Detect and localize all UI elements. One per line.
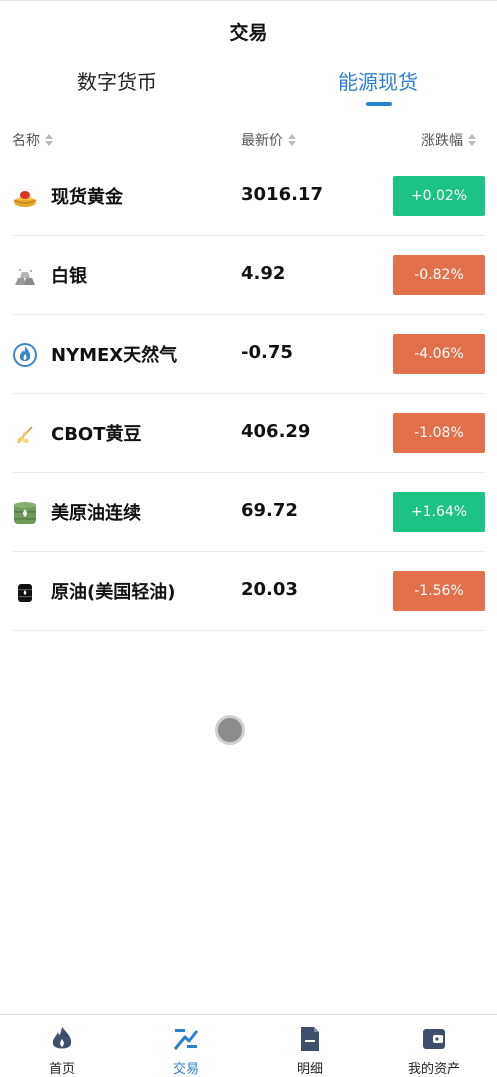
oil-barrel-green-icon — [14, 502, 36, 524]
asset-price: 3016.17 — [241, 184, 323, 205]
gold-ingot-icon — [13, 191, 37, 207]
asset-name: 白银 — [51, 266, 87, 287]
nav-trade[interactable]: 交易 — [124, 1015, 248, 1077]
column-name-label: 名称 — [12, 133, 40, 149]
column-header: 名称 最新价 涨跌幅 — [0, 130, 497, 154]
page-header: 交易 — [0, 0, 497, 62]
asset-price: 20.03 — [241, 579, 298, 600]
tab-digital-currency[interactable]: 数字货币 — [77, 66, 157, 95]
active-tab-indicator — [366, 102, 392, 106]
change-badge: +0.02% — [393, 176, 485, 216]
list-item[interactable]: 现货黄金 3016.17 +0.02% — [12, 157, 485, 236]
sort-arrows-icon — [468, 134, 476, 146]
list-item[interactable]: NYMEX天然气 -0.75 -4.06% — [12, 315, 485, 394]
nav-label: 首页 — [48, 1062, 75, 1077]
list-item[interactable]: 原油(美国轻油) 20.03 -1.56% — [12, 552, 485, 631]
list-item[interactable]: CBOT黄豆 406.29 -1.08% — [12, 394, 485, 473]
change-badge: -1.08% — [393, 413, 485, 453]
asset-price: 69.72 — [241, 500, 298, 521]
list-item[interactable]: 美原油连续 69.72 +1.64% — [12, 473, 485, 552]
tab-energy-spot[interactable]: 能源现货 — [338, 66, 418, 95]
asset-name: 现货黄金 — [51, 187, 123, 208]
asset-price: -0.75 — [241, 342, 293, 363]
gas-flame-icon — [13, 343, 37, 367]
flame-icon — [52, 1027, 72, 1049]
silver-bars-icon — [15, 269, 35, 285]
asset-name: CBOT黄豆 — [51, 424, 142, 445]
change-badge: -4.06% — [393, 334, 485, 374]
asset-name: 美原油连续 — [51, 503, 141, 524]
floating-button[interactable] — [215, 715, 245, 745]
soybean-icon — [17, 426, 33, 444]
asset-price: 406.29 — [241, 421, 311, 442]
wallet-icon — [423, 1029, 445, 1049]
nav-label: 我的资产 — [407, 1062, 460, 1077]
sort-by-price[interactable]: 最新价 — [241, 130, 296, 150]
page-title: 交易 — [229, 21, 268, 44]
nav-my-assets[interactable]: 我的资产 — [372, 1015, 496, 1077]
market-tabs: 数字货币 能源现货 — [0, 62, 497, 108]
sort-by-name[interactable]: 名称 — [12, 130, 53, 150]
sort-arrows-icon — [288, 134, 296, 146]
document-icon — [301, 1027, 319, 1051]
nav-details[interactable]: 明细 — [248, 1015, 372, 1077]
nav-label: 明细 — [296, 1062, 323, 1077]
bottom-nav: 首页 交易 明细 我的资产 — [0, 1014, 497, 1077]
column-price-label: 最新价 — [241, 133, 283, 149]
change-badge: +1.64% — [393, 492, 485, 532]
sort-by-change[interactable]: 涨跌幅 — [421, 130, 476, 150]
list-item[interactable]: 白银 4.92 -0.82% — [12, 236, 485, 315]
asset-price: 4.92 — [241, 263, 286, 284]
column-change-label: 涨跌幅 — [421, 133, 463, 149]
nav-home[interactable]: 首页 — [0, 1015, 124, 1077]
trade-icon — [173, 1029, 199, 1050]
market-list: 现货黄金 3016.17 +0.02% 白银 4.92 -0.82% NYMEX… — [12, 157, 485, 631]
change-badge: -1.56% — [393, 571, 485, 611]
nav-label: 交易 — [172, 1062, 199, 1077]
change-badge: -0.82% — [393, 255, 485, 295]
asset-name: 原油(美国轻油) — [51, 582, 176, 603]
sort-arrows-icon — [45, 134, 53, 146]
oil-barrel-black-icon — [18, 584, 32, 602]
asset-name: NYMEX天然气 — [51, 345, 178, 366]
